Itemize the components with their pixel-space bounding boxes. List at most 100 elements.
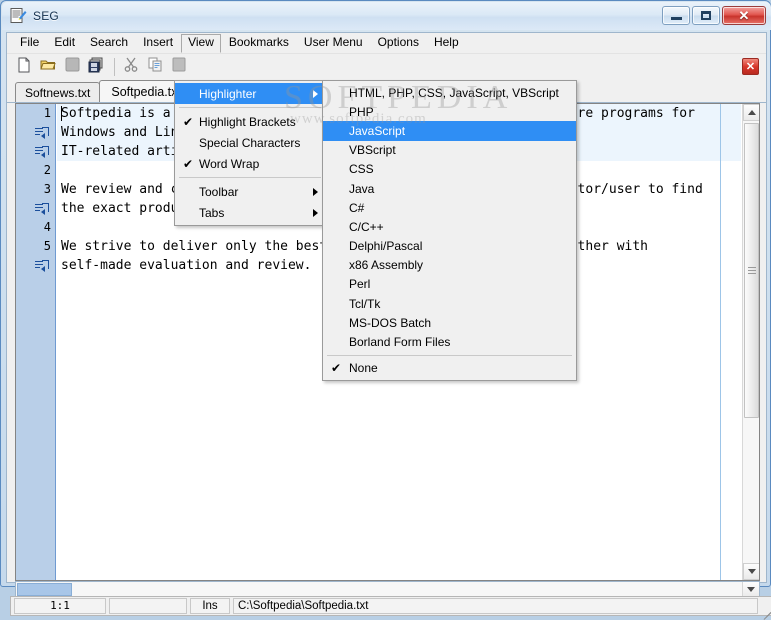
window-controls: ✕ bbox=[662, 6, 766, 25]
submenu-item-javascript[interactable]: JavaScript bbox=[323, 121, 576, 141]
submenu-item-csharp[interactable]: C# bbox=[323, 198, 576, 217]
menu-item-label: Highlight Brackets bbox=[199, 114, 296, 129]
menu-item-special-characters[interactable]: Special Characters bbox=[175, 132, 325, 153]
menu-item-label: C# bbox=[349, 200, 365, 215]
menu-item-highlighter[interactable]: Highlighter bbox=[175, 83, 325, 104]
submenu-item-css[interactable]: CSS bbox=[323, 160, 576, 179]
open-folder-icon bbox=[39, 57, 57, 77]
word-wrap-icon bbox=[35, 146, 49, 158]
submenu-item-java[interactable]: Java bbox=[323, 179, 576, 198]
menu-bookmarks[interactable]: Bookmarks bbox=[222, 34, 296, 52]
submenu-item-tcl-tk[interactable]: Tcl/Tk bbox=[323, 294, 576, 313]
copy-icon bbox=[148, 57, 163, 77]
menu-item-label: Tabs bbox=[199, 205, 225, 220]
menu-item-label: Highlighter bbox=[199, 86, 257, 101]
tab-softnews[interactable]: Softnews.txt bbox=[15, 82, 101, 102]
maximize-icon bbox=[701, 11, 711, 20]
word-wrap-icon bbox=[35, 260, 49, 272]
document-edit-icon bbox=[9, 7, 27, 25]
paste-button[interactable] bbox=[168, 56, 190, 78]
save-all-icon bbox=[88, 57, 104, 78]
gutter-line: 2 bbox=[43, 163, 51, 177]
submenu-arrow-icon bbox=[313, 89, 318, 98]
client-area: File Edit Search Insert View Bookmarks U… bbox=[6, 32, 771, 620]
minimize-icon bbox=[670, 17, 682, 20]
menu-item-label: CSS bbox=[349, 162, 374, 177]
copy-button[interactable] bbox=[144, 56, 166, 78]
submenu-item-delphi-pascal[interactable]: Delphi/Pascal bbox=[323, 237, 576, 256]
gutter-wrap-marker bbox=[16, 256, 55, 275]
submenu-item-borland-form-files[interactable]: Borland Form Files bbox=[323, 332, 576, 351]
minimize-button[interactable] bbox=[662, 6, 690, 25]
menu-edit[interactable]: Edit bbox=[47, 34, 82, 52]
word-wrap-icon bbox=[35, 127, 49, 139]
maximize-button[interactable] bbox=[692, 6, 720, 25]
close-document-icon: ✕ bbox=[745, 61, 756, 73]
scroll-up-button[interactable] bbox=[743, 104, 759, 121]
save-all-button[interactable] bbox=[85, 56, 107, 78]
menu-options[interactable]: Options bbox=[371, 34, 426, 52]
submenu-arrow-icon bbox=[313, 187, 318, 196]
submenu-item-c-cpp[interactable]: C/C++ bbox=[323, 217, 576, 236]
menu-view[interactable]: View bbox=[181, 33, 221, 53]
vertical-scroll-thumb[interactable] bbox=[744, 123, 759, 418]
save-button[interactable] bbox=[61, 56, 83, 78]
menu-file[interactable]: File bbox=[13, 34, 46, 52]
menu-item-highlight-brackets[interactable]: ✔ Highlight Brackets bbox=[175, 111, 325, 132]
menu-user-menu[interactable]: User Menu bbox=[297, 34, 370, 52]
menu-item-word-wrap[interactable]: ✔ Word Wrap bbox=[175, 153, 325, 174]
gutter-line: 5 bbox=[43, 239, 51, 253]
horizontal-scroll-thumb[interactable] bbox=[17, 583, 72, 596]
line-number-gutter: 1 2 3 4 5 bbox=[16, 104, 56, 580]
status-blank-cell bbox=[109, 598, 187, 614]
menu-item-tabs[interactable]: Tabs bbox=[175, 202, 325, 223]
new-file-button[interactable] bbox=[13, 56, 35, 78]
submenu-item-ms-dos-batch[interactable]: MS-DOS Batch bbox=[323, 313, 576, 332]
menu-item-label: Special Characters bbox=[199, 135, 301, 150]
status-cursor-position: 1:1 bbox=[14, 598, 106, 614]
checkmark-icon: ✔ bbox=[182, 114, 194, 129]
menu-help[interactable]: Help bbox=[427, 34, 466, 52]
status-insert-mode: Ins bbox=[190, 598, 230, 614]
application-window: SEG ✕ File Edit Search Insert View Bookm… bbox=[0, 0, 771, 620]
menu-item-label: VBScript bbox=[349, 143, 396, 158]
view-dropdown-menu[interactable]: Highlighter ✔ Highlight Brackets Special… bbox=[174, 80, 326, 226]
close-document-button[interactable]: ✕ bbox=[742, 58, 759, 75]
checkmark-icon: ✔ bbox=[182, 156, 194, 171]
chevron-down-icon bbox=[747, 569, 756, 574]
resize-grip-icon[interactable] bbox=[760, 602, 771, 620]
scroll-right-button[interactable] bbox=[742, 582, 759, 597]
open-file-button[interactable] bbox=[37, 56, 59, 78]
menu-item-label: Word Wrap bbox=[199, 156, 260, 171]
close-icon: ✕ bbox=[738, 8, 750, 23]
close-button[interactable]: ✕ bbox=[722, 6, 766, 25]
submenu-item-html-php-css-javascript-vbscript[interactable]: HTML, PHP, CSS, JavaScript, VBScript bbox=[323, 83, 576, 102]
submenu-item-vbscript[interactable]: VBScript bbox=[323, 141, 576, 160]
submenu-item-x86-assembly[interactable]: x86 Assembly bbox=[323, 256, 576, 275]
new-file-icon bbox=[16, 57, 32, 78]
scroll-down-button[interactable] bbox=[743, 563, 759, 580]
menu-separator bbox=[179, 177, 321, 178]
cut-button[interactable] bbox=[120, 56, 142, 78]
chevron-down-icon bbox=[747, 587, 755, 592]
submenu-item-perl[interactable]: Perl bbox=[323, 275, 576, 294]
chevron-up-icon bbox=[747, 110, 756, 115]
menu-item-label: Tcl/Tk bbox=[349, 296, 381, 311]
vertical-scrollbar[interactable] bbox=[742, 104, 759, 580]
menu-item-label: Java bbox=[349, 181, 375, 196]
submenu-item-php[interactable]: PHP bbox=[323, 102, 576, 121]
highlighter-submenu[interactable]: HTML, PHP, CSS, JavaScript, VBScript PHP… bbox=[322, 80, 577, 381]
menu-separator bbox=[327, 354, 572, 356]
gutter-wrap-marker bbox=[16, 199, 55, 218]
menu-item-label: JavaScript bbox=[349, 123, 406, 138]
submenu-arrow-icon bbox=[313, 208, 318, 217]
menu-item-label: None bbox=[349, 361, 378, 376]
menu-bar: File Edit Search Insert View Bookmarks U… bbox=[7, 33, 766, 53]
menu-insert[interactable]: Insert bbox=[136, 34, 180, 52]
window-title: SEG bbox=[33, 9, 59, 23]
submenu-item-none[interactable]: ✔ None bbox=[323, 359, 576, 378]
menu-item-toolbar[interactable]: Toolbar bbox=[175, 181, 325, 202]
right-margin-guide bbox=[720, 104, 721, 580]
menu-item-label: Perl bbox=[349, 277, 371, 292]
menu-search[interactable]: Search bbox=[83, 34, 135, 52]
